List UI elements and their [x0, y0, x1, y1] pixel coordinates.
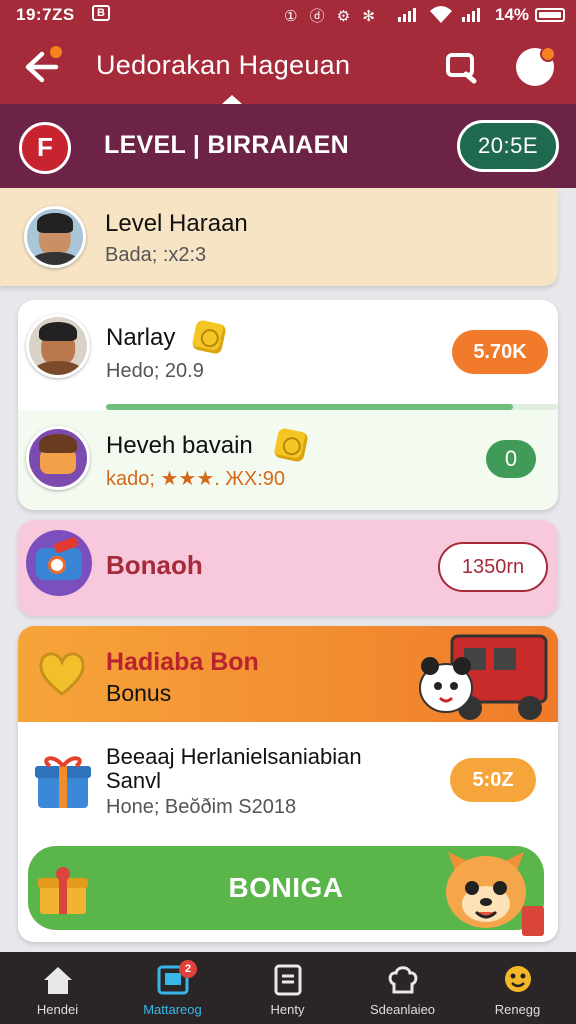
- nav-badge: 2: [179, 960, 197, 978]
- signal-icon: [398, 8, 416, 22]
- level-title: LEVEL | BIRRAIAEN: [104, 131, 349, 159]
- level-logo-icon: F: [19, 122, 71, 174]
- nav-label: Hendei: [36, 1002, 79, 1017]
- bonus-card[interactable]: Bonaoh 1350rn: [18, 520, 558, 616]
- reward-card: Hadiaba Bon Bonus Beeaaj Herlanielsaniab…: [18, 626, 558, 942]
- orange-bonus-banner[interactable]: Hadiaba Bon Bonus: [18, 626, 558, 722]
- gift-box-icon: [35, 756, 91, 808]
- camera-gift-icon: [26, 530, 92, 596]
- reward-subtitle: Hone; Beŏðim S2018: [106, 796, 297, 818]
- level-header: F LEVEL | BIRRAIAEN 20:5E: [0, 104, 576, 188]
- profile-button[interactable]: [516, 46, 556, 86]
- bonus-title: Bonaoh: [106, 550, 203, 580]
- page-title: Uedorakan Hageuan: [96, 50, 351, 80]
- nav-item-tablet[interactable]: 2 Mattareog: [115, 952, 230, 1024]
- status-icons: ① ⓓ ⚙ ✻: [284, 8, 379, 25]
- orange-banner-subtitle: Bonus: [106, 680, 172, 706]
- nav-item-chef[interactable]: Sdeanlaieo: [345, 952, 460, 1024]
- avatar: [24, 206, 86, 268]
- coin-icon: [191, 319, 227, 355]
- reward-row[interactable]: Beeaaj Herlanielsaniabian Sanvl Hone; Be…: [18, 722, 558, 842]
- battery-icon: [535, 8, 565, 22]
- battery-percent: 14%: [495, 5, 530, 24]
- player-badge[interactable]: 0: [486, 440, 536, 478]
- status-time: 19:7ZS: [16, 5, 75, 24]
- mail-notification-icon: B: [92, 5, 110, 21]
- nav-label: Mattareog: [143, 1002, 202, 1017]
- home-icon: [43, 967, 72, 994]
- bonus-badge[interactable]: 1350rn: [438, 542, 548, 592]
- player-name: Narlay: [106, 324, 176, 351]
- search-button[interactable]: [444, 50, 480, 86]
- level-card[interactable]: Level Haraan Bada; :x2:3: [0, 188, 558, 286]
- nav-item-home[interactable]: Hendei: [0, 952, 115, 1024]
- players-card: Narlay Hedo; 20.9 5.70K Heveh bavain kad…: [18, 300, 558, 510]
- gift-box-icon: [38, 867, 88, 914]
- orange-banner-title: Hadiaba Bon: [106, 648, 259, 676]
- level-card-subtitle: Bada; :x2:3: [105, 244, 207, 266]
- nav-label: Sdeanlaieo: [369, 1002, 436, 1017]
- avatar: [26, 426, 90, 490]
- fox-mascot-icon: [446, 852, 544, 936]
- signal-icon-2: [462, 8, 480, 22]
- bottom-nav: Hendei 2 Mattareog Henty Sdeanlaieo Rene…: [0, 952, 576, 1024]
- back-button[interactable]: [20, 44, 64, 88]
- search-icon: [446, 53, 477, 84]
- notification-dot: [48, 44, 64, 60]
- avatar: [26, 314, 90, 378]
- chef-hat-icon: [388, 966, 417, 994]
- reward-title-line2: Sanvl: [106, 768, 162, 793]
- nav-label: Henty: [270, 1002, 305, 1017]
- smiley-icon: [504, 966, 531, 992]
- profile-notification-dot: [540, 46, 556, 62]
- reward-badge[interactable]: 5:0Z: [450, 758, 536, 802]
- truck-mascot-icon: [419, 634, 548, 720]
- heart-icon: [39, 652, 85, 696]
- level-card-title: Level Haraan: [105, 210, 248, 237]
- coin-icon: [273, 427, 309, 463]
- player-name: Heveh bavain: [106, 432, 253, 459]
- wifi-icon: [428, 3, 454, 30]
- status-bar: 19:7ZS B ① ⓓ ⚙ ✻ 14%: [0, 0, 576, 30]
- app-bar-notch: [222, 95, 242, 104]
- player-badge[interactable]: 5.70K: [452, 330, 548, 374]
- nav-item-smiley[interactable]: Renegg: [460, 952, 575, 1024]
- document-icon: [274, 964, 301, 996]
- reward-title-line1: Beeaaj Herlanielsaniabian: [106, 744, 362, 769]
- player-score: Hedo; 20.9: [106, 360, 204, 382]
- player-score: kado; ★★★. ЖX:90: [106, 468, 285, 490]
- level-timer-button[interactable]: 20:5E: [457, 120, 559, 172]
- player-row[interactable]: Narlay Hedo; 20.9 5.70K: [18, 300, 558, 404]
- nav-label: Renegg: [494, 1002, 541, 1017]
- app-bar: Uedorakan Hageuan: [0, 30, 576, 104]
- nav-item-document[interactable]: Henty: [230, 952, 345, 1024]
- player-row[interactable]: Heveh bavain kado; ★★★. ЖX:90 0: [18, 410, 558, 510]
